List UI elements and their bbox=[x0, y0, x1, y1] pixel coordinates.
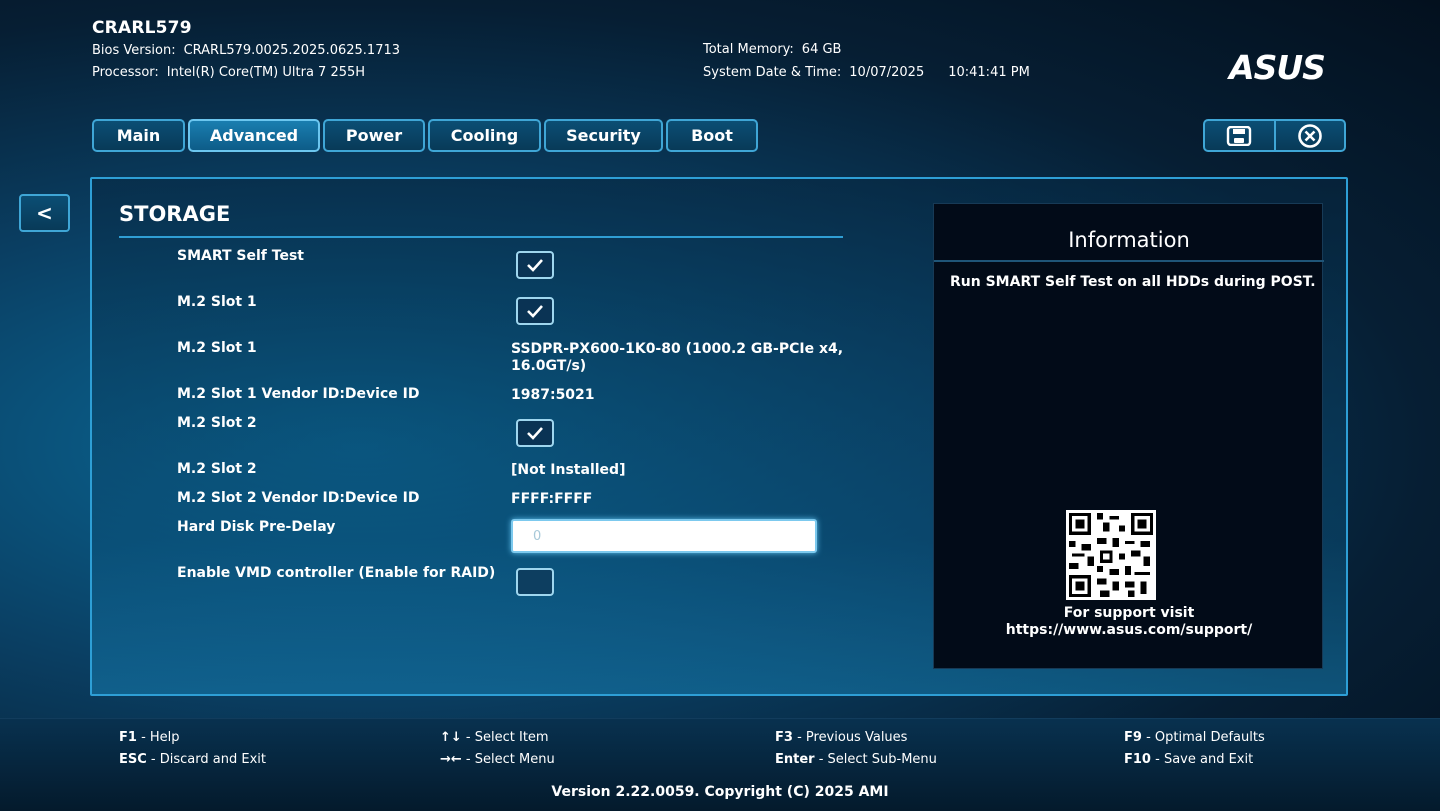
support-qr-code bbox=[1066, 510, 1156, 600]
version-text: Version 2.22.0059. Copyright (C) 2025 AM… bbox=[551, 784, 889, 800]
exit-button[interactable] bbox=[1275, 119, 1346, 152]
hint-key: →← bbox=[440, 752, 462, 767]
support-url: https://www.asus.com/support/ bbox=[1005, 622, 1253, 638]
smart-self-test-checkbox[interactable] bbox=[516, 251, 554, 279]
tab-advanced[interactable]: Advanced bbox=[188, 119, 320, 152]
hint-action: - Save and Exit bbox=[1150, 752, 1254, 767]
hint-discard-exit: ESC - Discard and Exit bbox=[119, 752, 266, 767]
back-button[interactable]: < bbox=[19, 194, 70, 232]
save-icon bbox=[1227, 125, 1252, 146]
check-icon bbox=[527, 305, 543, 318]
hint-key: F3 bbox=[775, 730, 793, 745]
hint-action: - Help bbox=[136, 730, 180, 745]
check-icon bbox=[527, 427, 543, 440]
check-icon bbox=[527, 259, 543, 272]
memory-label: Total Memory: bbox=[703, 42, 794, 57]
information-title: Information bbox=[1068, 228, 1190, 252]
m2-slot2-device-label: M.2 Slot 2 bbox=[177, 461, 257, 477]
support-text: For support visit https://www.asus.com/s… bbox=[934, 605, 1324, 639]
hdd-predelay-input[interactable]: 0 bbox=[511, 519, 817, 553]
total-memory: Total Memory: 64 GB bbox=[703, 42, 841, 57]
m2-slot2-checkbox[interactable] bbox=[516, 419, 554, 447]
close-circle-icon bbox=[1297, 123, 1322, 148]
model-name: CRARL579 bbox=[92, 18, 192, 38]
bios-screen: CRARL579 Bios Version: CRARL579.0025.2025… bbox=[0, 0, 1440, 811]
hint-key: F9 bbox=[1124, 730, 1142, 745]
hint-select-menu: →← - Select Menu bbox=[440, 752, 555, 767]
hint-action: - Previous Values bbox=[792, 730, 908, 745]
m2-slot1-vendor-value: 1987:5021 bbox=[511, 387, 595, 403]
header: CRARL579 Bios Version: CRARL579.0025.2025… bbox=[0, 0, 1440, 110]
memory-value: 64 GB bbox=[801, 42, 842, 57]
time-value: 10:41:41 PM bbox=[948, 65, 1030, 80]
asus-logo-text: ASUS bbox=[1226, 52, 1325, 82]
vmd-controller-label: Enable VMD controller (Enable for RAID) bbox=[177, 565, 496, 581]
tab-main[interactable]: Main bbox=[92, 119, 185, 152]
information-divider bbox=[934, 260, 1324, 262]
section-divider bbox=[119, 236, 843, 238]
hint-action: - Select Menu bbox=[461, 752, 555, 767]
tab-cooling[interactable]: Cooling bbox=[428, 119, 541, 152]
hint-select-submenu: Enter - Select Sub-Menu bbox=[775, 752, 937, 767]
information-panel: Information Run SMART Self Test on all H… bbox=[933, 203, 1324, 669]
m2-slot2-vendor-value: FFFF:FFFF bbox=[511, 491, 593, 507]
hint-action: - Select Sub-Menu bbox=[814, 752, 937, 767]
tab-security[interactable]: Security bbox=[544, 119, 663, 152]
m2-slot1-vendor-label: M.2 Slot 1 Vendor ID:Device ID bbox=[177, 386, 420, 402]
hdd-predelay-label: Hard Disk Pre-Delay bbox=[177, 519, 336, 535]
tab-boot[interactable]: Boot bbox=[666, 119, 758, 152]
hint-previous-values: F3 - Previous Values bbox=[775, 730, 907, 745]
hint-action: - Select Item bbox=[461, 730, 549, 745]
hint-key: F10 bbox=[1124, 752, 1151, 767]
top-toolbar bbox=[1203, 119, 1346, 152]
hint-optimal-defaults: F9 - Optimal Defaults bbox=[1124, 730, 1265, 745]
hint-help: F1 - Help bbox=[119, 730, 180, 745]
menu-tabs: Main Advanced Power Cooling Security Boo… bbox=[92, 119, 758, 152]
hint-key: ↑↓ bbox=[440, 730, 462, 745]
datetime-label: System Date & Time: bbox=[703, 65, 842, 80]
bios-version-value: CRARL579.0025.2025.0625.1713 bbox=[183, 43, 401, 58]
save-button[interactable] bbox=[1203, 119, 1276, 152]
information-text: Run SMART Self Test on all HDDs during P… bbox=[950, 274, 1316, 290]
processor-value: Intel(R) Core(TM) Ultra 7 255H bbox=[166, 65, 366, 80]
m2-slot1-device-line1: SSDPR-PX600-1K0-80 (1000.2 GB-PCIe x4, bbox=[511, 341, 844, 357]
support-line1: For support visit bbox=[1063, 605, 1195, 621]
processor: Processor: Intel(R) Core(TM) Ultra 7 255H bbox=[92, 65, 365, 80]
tab-power[interactable]: Power bbox=[323, 119, 425, 152]
date-value: 10/07/2025 bbox=[849, 65, 925, 80]
vmd-controller-checkbox[interactable] bbox=[516, 568, 554, 596]
bios-version-label: Bios Version: bbox=[92, 43, 176, 58]
section-title: STORAGE bbox=[119, 202, 231, 226]
processor-label: Processor: bbox=[92, 65, 159, 80]
system-datetime: System Date & Time: 10/07/2025 10:41:41 PM bbox=[703, 65, 1030, 80]
hint-action: - Optimal Defaults bbox=[1141, 730, 1265, 745]
m2-slot1-enable-label: M.2 Slot 1 bbox=[177, 294, 257, 310]
m2-slot1-device-value: SSDPR-PX600-1K0-80 (1000.2 GB-PCIe x4, 1… bbox=[511, 341, 843, 375]
smart-self-test-label: SMART Self Test bbox=[177, 248, 304, 264]
hint-save-exit: F10 - Save and Exit bbox=[1124, 752, 1253, 767]
m2-slot2-vendor-label: M.2 Slot 2 Vendor ID:Device ID bbox=[177, 490, 420, 506]
bios-version: Bios Version: CRARL579.0025.2025.0625.171… bbox=[92, 43, 400, 58]
hint-key: F1 bbox=[119, 730, 137, 745]
hint-key: ESC bbox=[119, 752, 147, 767]
m2-slot1-device-label: M.2 Slot 1 bbox=[177, 340, 257, 356]
asus-logo: ASUS bbox=[1226, 52, 1326, 82]
hint-key: Enter bbox=[775, 752, 815, 767]
hint-select-item: ↑↓ - Select Item bbox=[440, 730, 549, 745]
hint-action: - Discard and Exit bbox=[146, 752, 266, 767]
m2-slot1-checkbox[interactable] bbox=[516, 297, 554, 325]
m2-slot2-device-value: [Not Installed] bbox=[511, 462, 626, 478]
m2-slot2-enable-label: M.2 Slot 2 bbox=[177, 415, 257, 431]
m2-slot1-device-line2: 16.0GT/s) bbox=[511, 358, 587, 374]
